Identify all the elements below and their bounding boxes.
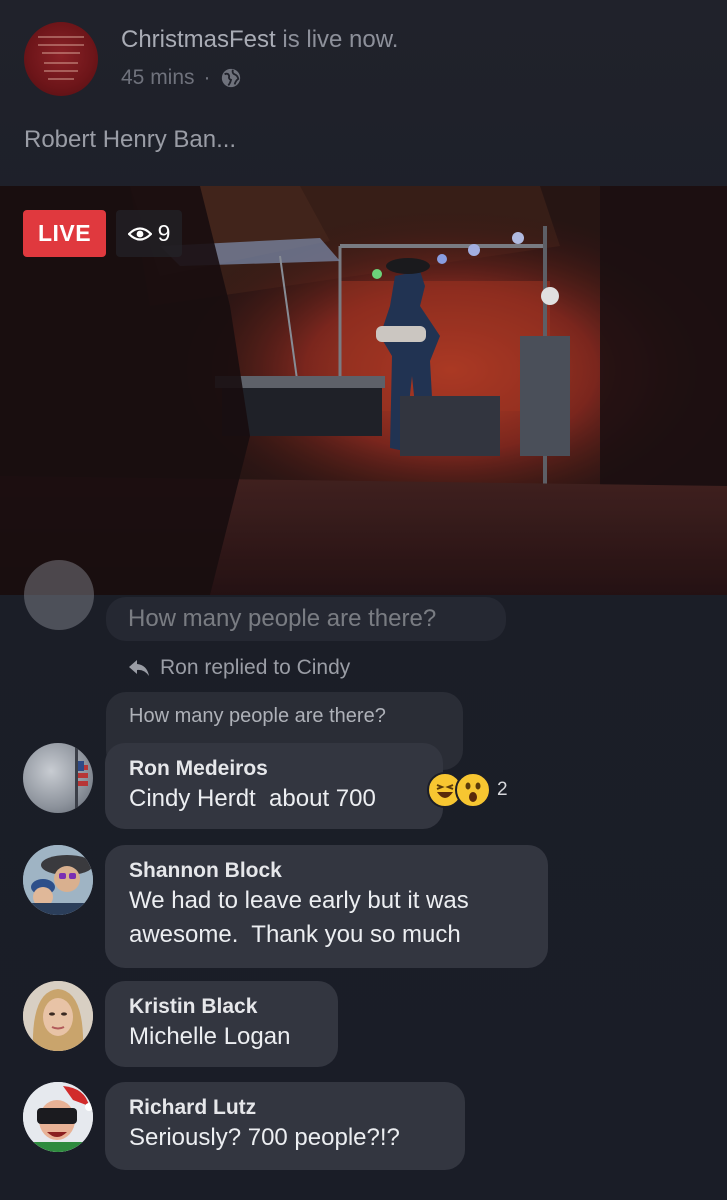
comment-reactions[interactable]: 2 — [427, 772, 508, 808]
comment-bubble[interactable]: Ron Medeiros Cindy Herdt about 700 — [105, 743, 443, 829]
avatar-image — [23, 1082, 93, 1152]
live-status-line: ChristmasFest is live now. — [121, 26, 398, 54]
avatar-image — [23, 981, 93, 1051]
page-name-link[interactable]: ChristmasFest — [121, 26, 276, 53]
comment-text: Seriously? 700 people?!? — [129, 1124, 400, 1151]
live-video-player[interactable] — [0, 186, 727, 595]
comment-author[interactable]: Richard Lutz — [129, 1095, 441, 1121]
post-header: ChristmasFest is live now. 45 mins · Rob… — [0, 0, 727, 186]
comment-bubble[interactable]: Richard Lutz Seriously? 700 people?!? — [105, 1082, 465, 1170]
comment-author[interactable]: Kristin Black — [129, 994, 314, 1020]
comment-text: We had to leave early but it was awesome… — [129, 887, 469, 948]
commenter-avatar[interactable] — [23, 845, 93, 915]
live-status-text: is live now. — [275, 26, 399, 53]
reply-indicator-text: Ron replied to Cindy — [160, 656, 351, 679]
live-badge: LIVE — [23, 210, 106, 257]
commenter-avatar[interactable] — [23, 743, 93, 813]
post-text[interactable]: Robert Henry Ban... — [24, 126, 236, 154]
comment-text: Cindy Herdt about 700 — [129, 785, 376, 812]
comment-text: How many people are there? — [128, 605, 437, 632]
eye-icon — [127, 226, 152, 241]
commenter-avatar[interactable] — [23, 1082, 93, 1152]
reply-indicator[interactable]: Ron replied to Cindy — [128, 656, 350, 680]
meta-separator: · — [203, 66, 211, 89]
comment-author[interactable]: Ron Medeiros — [129, 756, 419, 782]
comment-bubble[interactable]: Shannon Block We had to leave early but … — [105, 845, 548, 968]
comment-author[interactable]: Shannon Block — [129, 858, 524, 884]
viewer-count: 9 — [157, 220, 171, 246]
avatar-image — [23, 845, 93, 915]
page-avatar[interactable] — [24, 22, 98, 96]
viewer-count-badge: 9 — [116, 210, 182, 257]
reaction-count: 2 — [497, 779, 508, 800]
comment-bubble-faded[interactable]: How many people are there? — [106, 597, 506, 641]
avatar-image — [75, 743, 88, 813]
comment-text: Michelle Logan — [129, 1023, 291, 1050]
comment-bubble[interactable]: Kristin Black Michelle Logan — [105, 981, 338, 1067]
video-frame — [0, 186, 727, 595]
post-meta: 45 mins · — [121, 66, 242, 90]
commenter-avatar[interactable] — [24, 560, 94, 630]
post-timestamp[interactable]: 45 mins — [121, 66, 195, 90]
wow-emoji-icon — [455, 772, 491, 808]
globe-icon — [221, 68, 240, 88]
reply-arrow-icon — [129, 660, 149, 676]
commenter-avatar[interactable] — [23, 981, 93, 1051]
